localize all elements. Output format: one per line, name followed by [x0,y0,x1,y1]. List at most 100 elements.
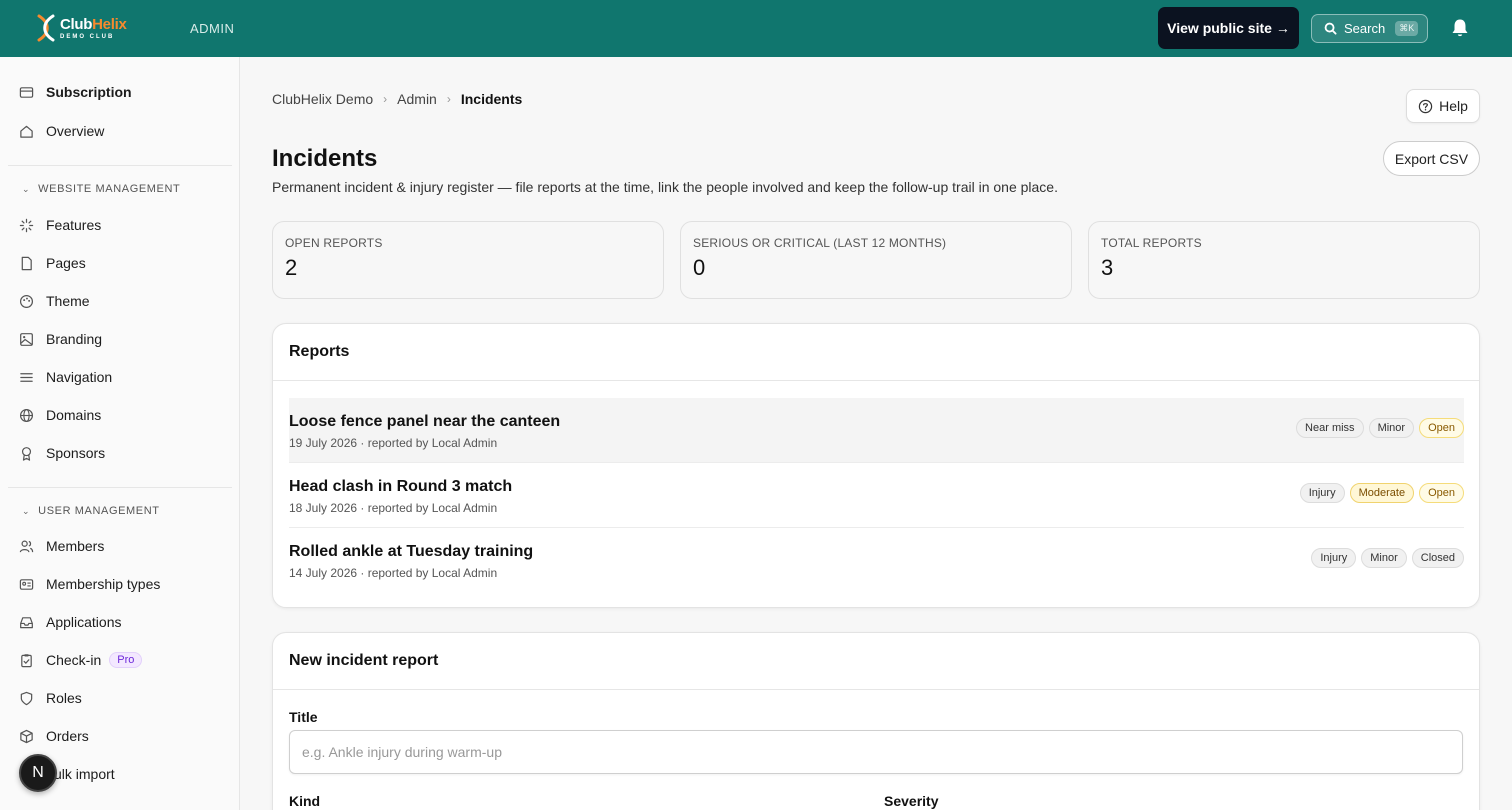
sidebar-item-pages[interactable]: Pages [18,251,86,275]
sidebar-item-label: Applications [46,614,122,630]
chevron-down-icon: ⌄ [22,183,31,194]
sidebar-item-applications[interactable]: Applications [18,610,122,634]
breadcrumb-link-admin[interactable]: Admin [397,91,437,107]
sidebar-item-overview[interactable]: Overview [18,119,104,143]
sidebar-item-label: Check-in [46,652,102,668]
severity-field-label: Severity [884,793,939,809]
title-field-label: Title [289,709,318,725]
sidebar-item-membership-types[interactable]: Membership types [18,572,160,596]
help-circle-icon [1418,99,1433,113]
sidebar-item-subscription[interactable]: Subscription [18,80,132,104]
award-icon [18,445,34,461]
sidebar-item-label: Pages [46,255,86,271]
report-tags: Near miss Minor Open [1296,418,1464,438]
new-incident-report-card: New incident report Title Kind Severity [272,632,1480,810]
report-title[interactable]: Head clash in Round 3 match [289,478,512,496]
stat-open-reports: OPEN REPORTS 2 [272,221,664,299]
user-management-header[interactable]: ⌄ USER MANAGEMENT [22,505,160,517]
reports-card: Reports Loose fence panel near the cante… [272,323,1480,608]
sidebar-divider [8,165,232,166]
chevron-down-icon: ⌄ [22,505,31,516]
inbox-icon [18,614,34,630]
severity-badge: Minor [1361,548,1407,568]
report-row[interactable]: Head clash in Round 3 match 18 July 2026… [289,463,1464,528]
sidebar-item-roles[interactable]: Roles [18,686,82,710]
reports-card-title: Reports [273,324,1479,381]
new-report-card-title: New incident report [273,633,1479,690]
clipboard-check-icon [18,652,34,668]
report-tags: Injury Moderate Open [1299,483,1464,503]
severity-badge: Moderate [1349,483,1415,503]
clubhelix-logo[interactable]: ClubHelix DEMO CLUB [36,14,127,42]
sidebar-item-label: Overview [46,123,105,139]
export-csv-button[interactable]: Export CSV [1383,141,1480,176]
website-management-header[interactable]: ⌄ WEBSITE MANAGEMENT [22,183,180,195]
report-title[interactable]: Loose fence panel near the canteen [289,413,560,431]
home-icon [18,123,34,139]
section-header-label: USER MANAGEMENT [38,505,160,517]
sidebar-divider [8,487,232,488]
sidebar-item-label: Orders [46,728,89,744]
box-icon [18,728,34,744]
help-button[interactable]: Help [1406,89,1480,123]
sidebar-item-label: Roles [46,690,82,706]
sidebar-item-label: Features [46,217,102,233]
sidebar-item-label: Theme [46,293,90,309]
stat-value: 2 [285,255,298,280]
sidebar-item-label: Domains [46,407,102,423]
severity-badge: Minor [1368,418,1415,438]
report-tags: Injury Minor Closed [1311,548,1464,568]
search-shortcut: ⌘K [1395,21,1419,36]
sparkle-icon [18,217,34,233]
shield-icon [18,690,34,706]
sidebar-item-theme[interactable]: Theme [18,289,90,313]
sidebar-item-sponsors[interactable]: Sponsors [18,441,105,465]
id-card-icon [18,576,34,592]
search-icon [1324,22,1337,35]
sidebar-item-label: Members [46,538,105,554]
report-title[interactable]: Rolled ankle at Tuesday training [289,543,533,561]
dev-tools-avatar[interactable]: N [19,754,57,792]
top-bar: ClubHelix DEMO CLUB ADMIN View public si… [0,0,1512,57]
users-icon [18,538,34,554]
brand-subtitle: DEMO CLUB [60,33,115,40]
status-badge: Open [1419,483,1464,503]
sidebar-item-branding[interactable]: Branding [18,327,102,351]
card-icon [18,84,34,100]
sidebar-item-label: Sponsors [46,445,106,461]
sidebar-item-navigation[interactable]: Navigation [18,365,112,389]
sidebar-item-check-in[interactable]: Check-in Pro [18,648,143,672]
admin-label: ADMIN [190,21,235,36]
kind-badge: Near miss [1296,418,1364,438]
kind-field-label: Kind [289,793,321,809]
notifications-bell-icon[interactable] [1451,18,1469,38]
sidebar-item-domains[interactable]: Domains [18,403,101,427]
page-description: Permanent incident & injury register — f… [272,179,1058,195]
kind-badge: Injury [1311,548,1357,568]
stat-total-reports: TOTAL REPORTS 3 [1088,221,1480,299]
report-meta: 18 July 2026 · reported by Local Admin [289,501,498,515]
breadcrumb: ClubHelix Demo › Admin › Incidents [272,91,522,107]
chevron-right-icon: › [446,92,451,106]
stat-label: SERIOUS OR CRITICAL (LAST 12 MONTHS) [693,236,947,250]
title-input[interactable] [289,730,1463,774]
status-badge: Closed [1411,548,1464,568]
helix-logo-icon [37,14,55,42]
search-button[interactable]: Search ⌘K [1311,14,1428,43]
globe-icon [18,407,34,423]
brand-helix-text: Helix [92,15,127,33]
stat-label: OPEN REPORTS [285,236,383,250]
report-row[interactable]: Loose fence panel near the canteen 19 Ju… [289,398,1464,463]
sidebar-item-label: Branding [46,331,103,347]
report-row[interactable]: Rolled ankle at Tuesday training 14 July… [289,528,1464,593]
sidebar-item-features[interactable]: Features [18,213,101,237]
search-label: Search [1344,21,1386,36]
sidebar-item-orders[interactable]: Orders [18,724,89,748]
kind-badge: Injury [1299,483,1345,503]
sidebar-item-label: Subscription [46,84,132,100]
chevron-right-icon: › [383,92,388,106]
breadcrumb-link-clubhelix-demo[interactable]: ClubHelix Demo [272,91,373,107]
sidebar-item-members[interactable]: Members [18,534,104,558]
view-public-site-button[interactable]: View public site → [1158,7,1299,49]
status-badge: Open [1419,418,1464,438]
